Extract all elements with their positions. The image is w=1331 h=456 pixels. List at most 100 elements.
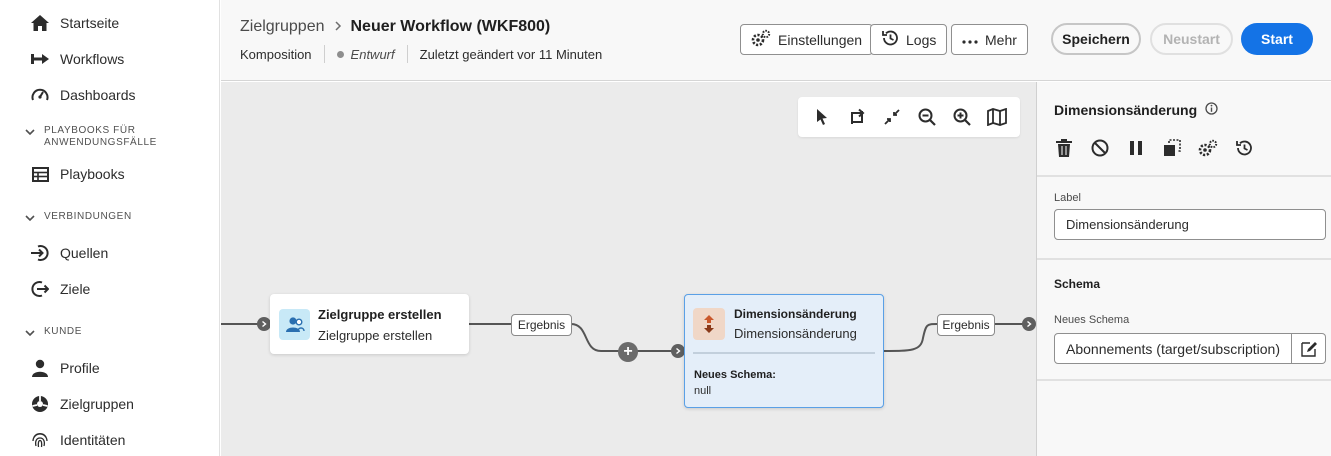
new-schema-input[interactable]: Abonnements (target/subscription) — [1054, 333, 1292, 364]
sidebar-item-label: Zielgruppen — [60, 396, 134, 412]
chevron-down-icon — [25, 330, 35, 337]
node-title: Dimensionsänderung — [734, 307, 857, 321]
sidebar-section-verbindungen[interactable]: VERBINDUNGEN — [24, 211, 132, 224]
logs-button-label: Logs — [906, 31, 937, 48]
restart-button[interactable]: Neustart — [1150, 23, 1233, 55]
section-label: KUNDE — [44, 326, 83, 337]
workflow-id: (WKF800) — [476, 18, 551, 35]
chevron-right-icon — [333, 19, 343, 35]
edit-schema-button[interactable] — [1292, 333, 1326, 364]
divider — [1037, 175, 1331, 177]
chevron-right-icon — [262, 320, 267, 328]
disable-icon[interactable] — [1088, 136, 1112, 160]
sidebar-item-label: Identitäten — [60, 432, 126, 448]
panel-actions — [1052, 136, 1256, 160]
breadcrumb-parent[interactable]: Zielgruppen — [240, 18, 325, 36]
canvas-toolbar — [798, 97, 1020, 137]
workflow-canvas[interactable]: Zielgruppe erstellen Zielgruppe erstelle… — [221, 82, 1036, 456]
activity-node-build-audience[interactable]: Zielgruppe erstellen Zielgruppe erstelle… — [270, 294, 469, 354]
section-label: VERBINDUNGEN — [44, 211, 132, 222]
sidebar-item-quellen[interactable]: Quellen — [30, 241, 108, 265]
page-title: Neuer Workflow (WKF800) — [351, 18, 551, 36]
home-icon — [30, 13, 50, 33]
section-label-line-1: PLAYBOOKS FÜR — [44, 125, 136, 136]
schema-heading: Schema — [1054, 277, 1101, 291]
transition-label[interactable]: Ergebnis — [511, 314, 572, 336]
node-schema-value: null — [694, 385, 712, 397]
node-subtitle: Zielgruppe erstellen — [318, 328, 433, 343]
settings-button-label: Einstellungen — [778, 31, 863, 48]
map-icon[interactable] — [984, 104, 1010, 130]
workflow-header: Zielgruppen Neuer Workflow (WKF800) Komp… — [221, 0, 1331, 81]
audience-icon — [30, 394, 50, 414]
chevron-right-icon — [1027, 320, 1032, 328]
sidebar-item-identitaeten[interactable]: Identitäten — [30, 428, 125, 452]
sidebar-item-label: Startseite — [60, 15, 120, 31]
label-field-caption: Label — [1054, 192, 1081, 204]
input-port[interactable] — [257, 317, 271, 331]
label-field[interactable]: Dimensionsänderung — [1054, 209, 1326, 240]
collapse-icon[interactable] — [879, 104, 905, 130]
new-schema-field: Abonnements (target/subscription) — [1054, 333, 1326, 364]
audience-icon — [279, 309, 310, 340]
more-button[interactable]: Mehr — [951, 24, 1028, 55]
sidebar-item-startseite[interactable]: Startseite — [30, 11, 119, 35]
info-icon[interactable] — [1205, 102, 1218, 118]
connector-lines — [221, 323, 1026, 352]
sidebar-item-ziele[interactable]: Ziele — [30, 277, 90, 301]
divider — [406, 45, 408, 63]
sidebar-item-label: Ziele — [60, 281, 91, 297]
panel-title-text: Dimensionsänderung — [1054, 102, 1198, 118]
sidebar-item-workflows[interactable]: Workflows — [30, 47, 124, 71]
sidebar-item-playbooks[interactable]: Playbooks — [30, 162, 125, 186]
node-schema-label: Neues Schema: — [694, 369, 776, 381]
divider — [1037, 258, 1331, 260]
pointer-icon[interactable] — [809, 104, 835, 130]
sidebar-item-zielgruppen[interactable]: Zielgruppen — [30, 392, 134, 416]
swap-icon[interactable] — [844, 104, 870, 130]
node-title: Zielgruppe erstellen — [318, 307, 442, 322]
divider — [693, 352, 875, 354]
delete-icon[interactable] — [1052, 136, 1076, 160]
settings-icon[interactable] — [1196, 136, 1220, 160]
zoom-out-icon[interactable] — [914, 104, 940, 130]
destination-icon — [30, 279, 50, 299]
source-icon — [30, 243, 50, 263]
start-button[interactable]: Start — [1241, 23, 1313, 55]
sidebar-item-label: Profile — [60, 360, 100, 376]
input-port[interactable] — [671, 344, 685, 358]
status-badge: Entwurf — [350, 46, 395, 62]
transition-label[interactable]: Ergebnis — [937, 314, 995, 336]
history-icon[interactable] — [1232, 136, 1256, 160]
sidebar-item-profile[interactable]: Profile — [30, 356, 100, 380]
divider — [323, 45, 325, 63]
workflow-title: Neuer Workflow — [350, 18, 473, 35]
logs-button[interactable]: Logs — [870, 24, 948, 55]
sidebar-item-label: Dashboards — [60, 87, 136, 103]
more-button-label: Mehr — [985, 31, 1017, 48]
last-modified: Zuletzt geändert vor 11 Minuten — [419, 46, 603, 62]
workflow-icon — [30, 49, 50, 69]
save-button[interactable]: Speichern — [1051, 23, 1141, 55]
more-icon — [962, 32, 978, 48]
sidebar-item-label: Quellen — [60, 245, 109, 261]
breadcrumb: Zielgruppen Neuer Workflow (WKF800) — [240, 18, 550, 36]
status-dot — [336, 50, 344, 58]
new-schema-caption: Neues Schema — [1054, 314, 1130, 326]
panel-title: Dimensionsänderung — [1054, 102, 1218, 118]
divider — [1037, 379, 1331, 381]
settings-button[interactable]: Einstellungen — [740, 24, 874, 55]
zoom-in-icon[interactable] — [949, 104, 975, 130]
output-port[interactable] — [1022, 317, 1036, 331]
pause-icon[interactable] — [1124, 136, 1148, 160]
composition-label: Komposition — [240, 46, 312, 62]
history-icon — [881, 29, 899, 50]
copy-icon[interactable] — [1160, 136, 1184, 160]
gears-icon — [751, 29, 771, 50]
sidebar-item-dashboards[interactable]: Dashboards — [30, 83, 136, 107]
sidebar: Startseite Workflows Dashboards PLAYBOOK… — [0, 0, 220, 456]
sidebar-section-kunde[interactable]: KUNDE — [24, 326, 82, 339]
activity-node-change-dimension[interactable]: Dimensionsänderung Dimensionsänderung Ne… — [684, 294, 884, 408]
sidebar-section-playbooks[interactable]: PLAYBOOKS FÜR ANWENDUNGSFÄLLE — [24, 125, 157, 149]
add-activity-button[interactable]: + — [618, 342, 638, 362]
